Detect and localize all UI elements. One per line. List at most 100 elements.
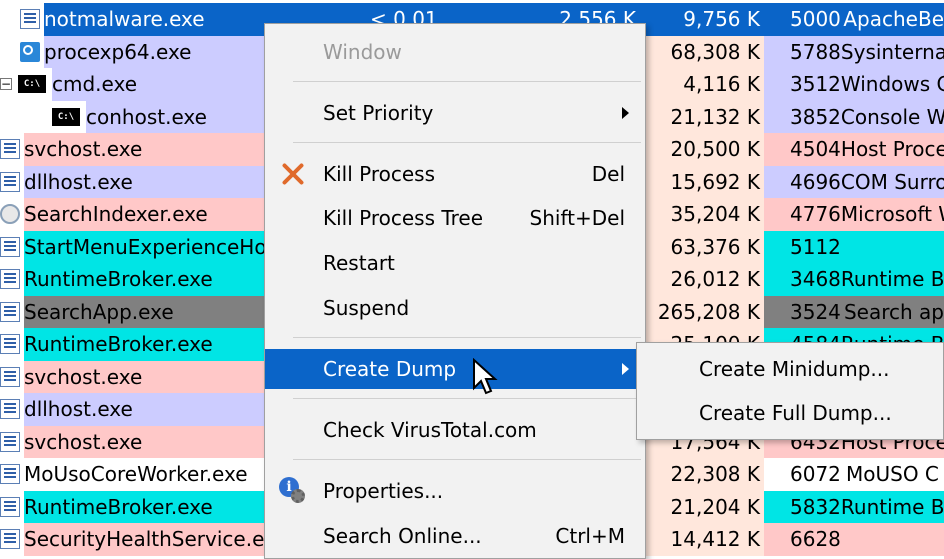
submenu-arrow-icon [622,107,629,119]
process-pid-desc: 4504 Host Proce [764,133,944,166]
process-description: Search ap [843,299,944,324]
menu-item-kill-process-tree[interactable]: Kill Process Tree Shift+Del [265,198,645,238]
process-name: MoUsoCoreWorker.exe [24,458,264,491]
cmd-icon: C:\ [18,75,46,93]
menu-item-create-dump[interactable]: Create Dump [265,349,645,389]
process-pid-desc: 4776Microsoft W [764,198,944,231]
dump-submenu: Create Minidump... Create Full Dump... [636,342,944,440]
process-description: Windows C [840,72,944,97]
menu-separator [293,398,641,399]
process-pid-desc: 3512 Windows C [764,68,944,101]
process-pid: 3512 [790,72,841,97]
process-pid-desc: 4696 COM Surro [764,165,944,198]
process-description: COM Surro [840,169,944,194]
menu-item-restart[interactable]: Restart [265,243,645,283]
process-name: dllhost.exe [24,165,264,198]
process-pid-desc: 3852 Console W [764,100,944,133]
process-pid: 5788 [790,39,841,64]
doc-icon [0,496,20,517]
doc-icon [0,366,20,387]
process-name: cmd.exe [52,68,264,101]
submenu-item-create-minidump[interactable]: Create Minidump... [637,347,943,391]
doc-icon [0,464,20,484]
process-description: ApacheBe [843,7,944,32]
submenu-arrow-icon [622,363,629,375]
process-working-set: 20,500 K [640,133,764,166]
process-working-set: 35,204 K [640,198,764,231]
process-description: Sysinterna [840,39,944,64]
process-name: svchost.exe [24,360,264,393]
process-pid-desc: 6628 [764,523,944,556]
process-name: SearchApp.exe [24,295,264,328]
process-pid-desc: 5112 [764,230,944,263]
submenu-item-label: Create Full Dump... [699,401,892,425]
properties-icon: i [279,477,307,505]
menu-item-label: Create Dump [323,357,457,381]
process-pid: 3524 [790,299,841,324]
menu-item-search-online[interactable]: Search Online... Ctrl+M [265,516,645,556]
process-name: conhost.exe [86,100,264,133]
doc-icon [0,171,20,192]
process-working-set: 68,308 K [640,35,764,68]
menu-item-label: Check VirusTotal.com [323,418,537,442]
doc-icon [0,529,20,549]
process-description: MoUSO C [846,462,939,487]
collapse-icon[interactable]: − [0,78,12,90]
process-name: RuntimeBroker.exe [24,490,264,523]
process-working-set: 14,412 K [640,523,764,556]
menu-item-label: Window [323,40,402,64]
process-pid-desc: 3524 Search ap [764,295,944,328]
process-working-set: 21,204 K [640,490,764,523]
process-working-set: 22,308 K [640,458,764,491]
process-description: Runtime B [840,267,944,292]
menu-item-label: Restart [323,251,395,275]
menu-separator [293,459,641,460]
kill-icon [279,160,307,188]
process-name: RuntimeBroker.exe [24,263,264,296]
process-name: RuntimeBroker.exe [24,328,264,361]
process-name: SecurityHealthService.exe [24,523,264,556]
menu-item-label: Kill Process [323,162,436,186]
menu-item-set-priority[interactable]: Set Priority [265,93,645,133]
menu-item-properties[interactable]: i Properties... [265,471,645,511]
doc-icon [0,269,20,289]
menu-item-window[interactable]: Window [265,32,645,72]
process-pid-desc: 6072 MoUSO C [764,458,944,491]
submenu-item-create-full-dump[interactable]: Create Full Dump... [637,391,943,435]
menu-item-label: Suspend [323,296,410,320]
process-working-set: 4,116 K [640,68,764,101]
process-pid: 6072 [790,462,841,487]
mouse-cursor-icon [473,358,498,395]
process-working-set: 9,756 K [640,3,764,36]
process-description: Runtime B [840,494,944,519]
menu-item-shortcut: Shift+Del [529,206,625,230]
process-pid-desc: 3468 Runtime B [764,263,944,296]
menu-item-check-virustotal[interactable]: Check VirusTotal.com [265,410,645,450]
process-name: svchost.exe [24,425,264,458]
process-description: Console W [840,104,944,129]
process-description: Host Proce [840,137,944,162]
process-pid: 5832 [790,494,841,519]
process-pid: 5000 [790,7,841,32]
doc-icon [20,9,40,29]
process-pid: 4776 [790,202,841,227]
menu-item-label: Set Priority [323,101,434,125]
process-pid: 3852 [790,104,841,129]
menu-separator [293,81,641,82]
doc-icon [0,139,20,159]
menu-item-kill-process[interactable]: Kill Process Del [265,154,645,194]
process-pid: 5112 [790,234,841,259]
process-name: dllhost.exe [24,393,264,426]
doc-icon [0,301,20,322]
menu-item-suspend[interactable]: Suspend [265,288,645,328]
process-pid: 3468 [790,267,841,292]
menu-item-shortcut: Ctrl+M [555,524,625,548]
process-name: StartMenuExperienceHost.exe [24,230,264,263]
process-name: svchost.exe [24,133,264,166]
menu-separator [293,142,641,143]
doc-icon [0,431,20,452]
process-pid-desc: 5000 ApacheBe [764,3,944,36]
process-name: notmalware.exe [44,3,264,36]
process-working-set: 21,132 K [640,100,764,133]
process-pid: 4696 [790,169,841,194]
